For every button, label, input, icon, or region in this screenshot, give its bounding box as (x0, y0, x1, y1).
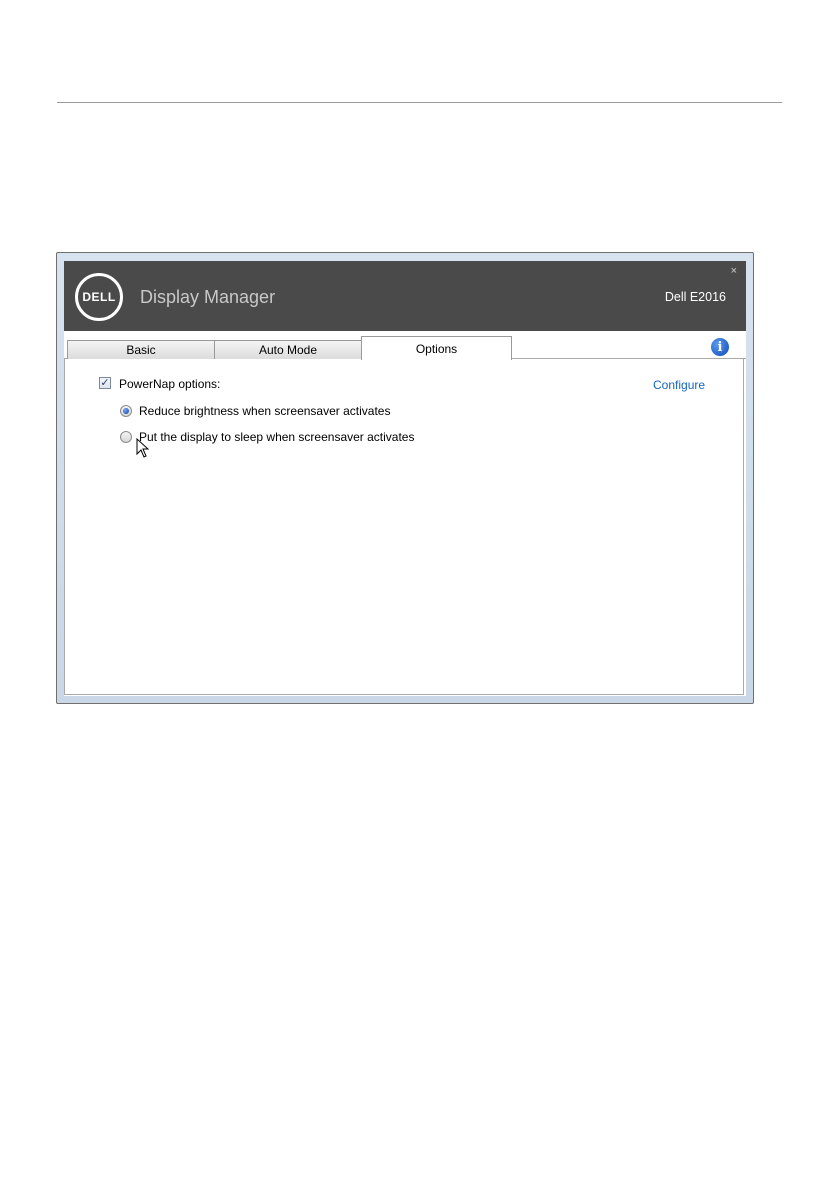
page-divider (57, 102, 782, 103)
title-bar: DELL Display Manager Dell E2016 × (64, 261, 746, 331)
checkmark-icon: ✓ (100, 377, 110, 389)
powernap-label: PowerNap options: (119, 377, 221, 391)
tab-options[interactable]: Options (361, 336, 512, 360)
info-icon[interactable]: i (711, 338, 729, 356)
reduce-brightness-radio[interactable] (120, 405, 132, 417)
sleep-display-label[interactable]: Put the display to sleep when screensave… (139, 430, 414, 444)
sleep-display-radio[interactable] (120, 431, 132, 443)
dell-logo: DELL (75, 273, 123, 321)
reduce-brightness-label[interactable]: Reduce brightness when screensaver activ… (139, 404, 390, 418)
dell-logo-text: DELL (82, 290, 116, 304)
close-icon[interactable]: × (731, 265, 737, 277)
powernap-checkbox[interactable]: ✓ (99, 377, 111, 389)
options-panel: ✓ PowerNap options: Configure Reduce bri… (64, 359, 744, 695)
mouse-pointer-icon (136, 438, 149, 458)
tab-auto-mode[interactable]: Auto Mode (214, 340, 362, 359)
client-area: Basic Auto Mode Options i ✓ PowerNap opt… (64, 331, 746, 696)
app-title: Display Manager (140, 287, 276, 307)
tab-basic[interactable]: Basic (67, 340, 215, 359)
configure-link[interactable]: Configure (653, 378, 705, 392)
tab-strip: Basic Auto Mode Options i (64, 331, 746, 360)
monitor-name: Dell E2016 (664, 290, 726, 304)
